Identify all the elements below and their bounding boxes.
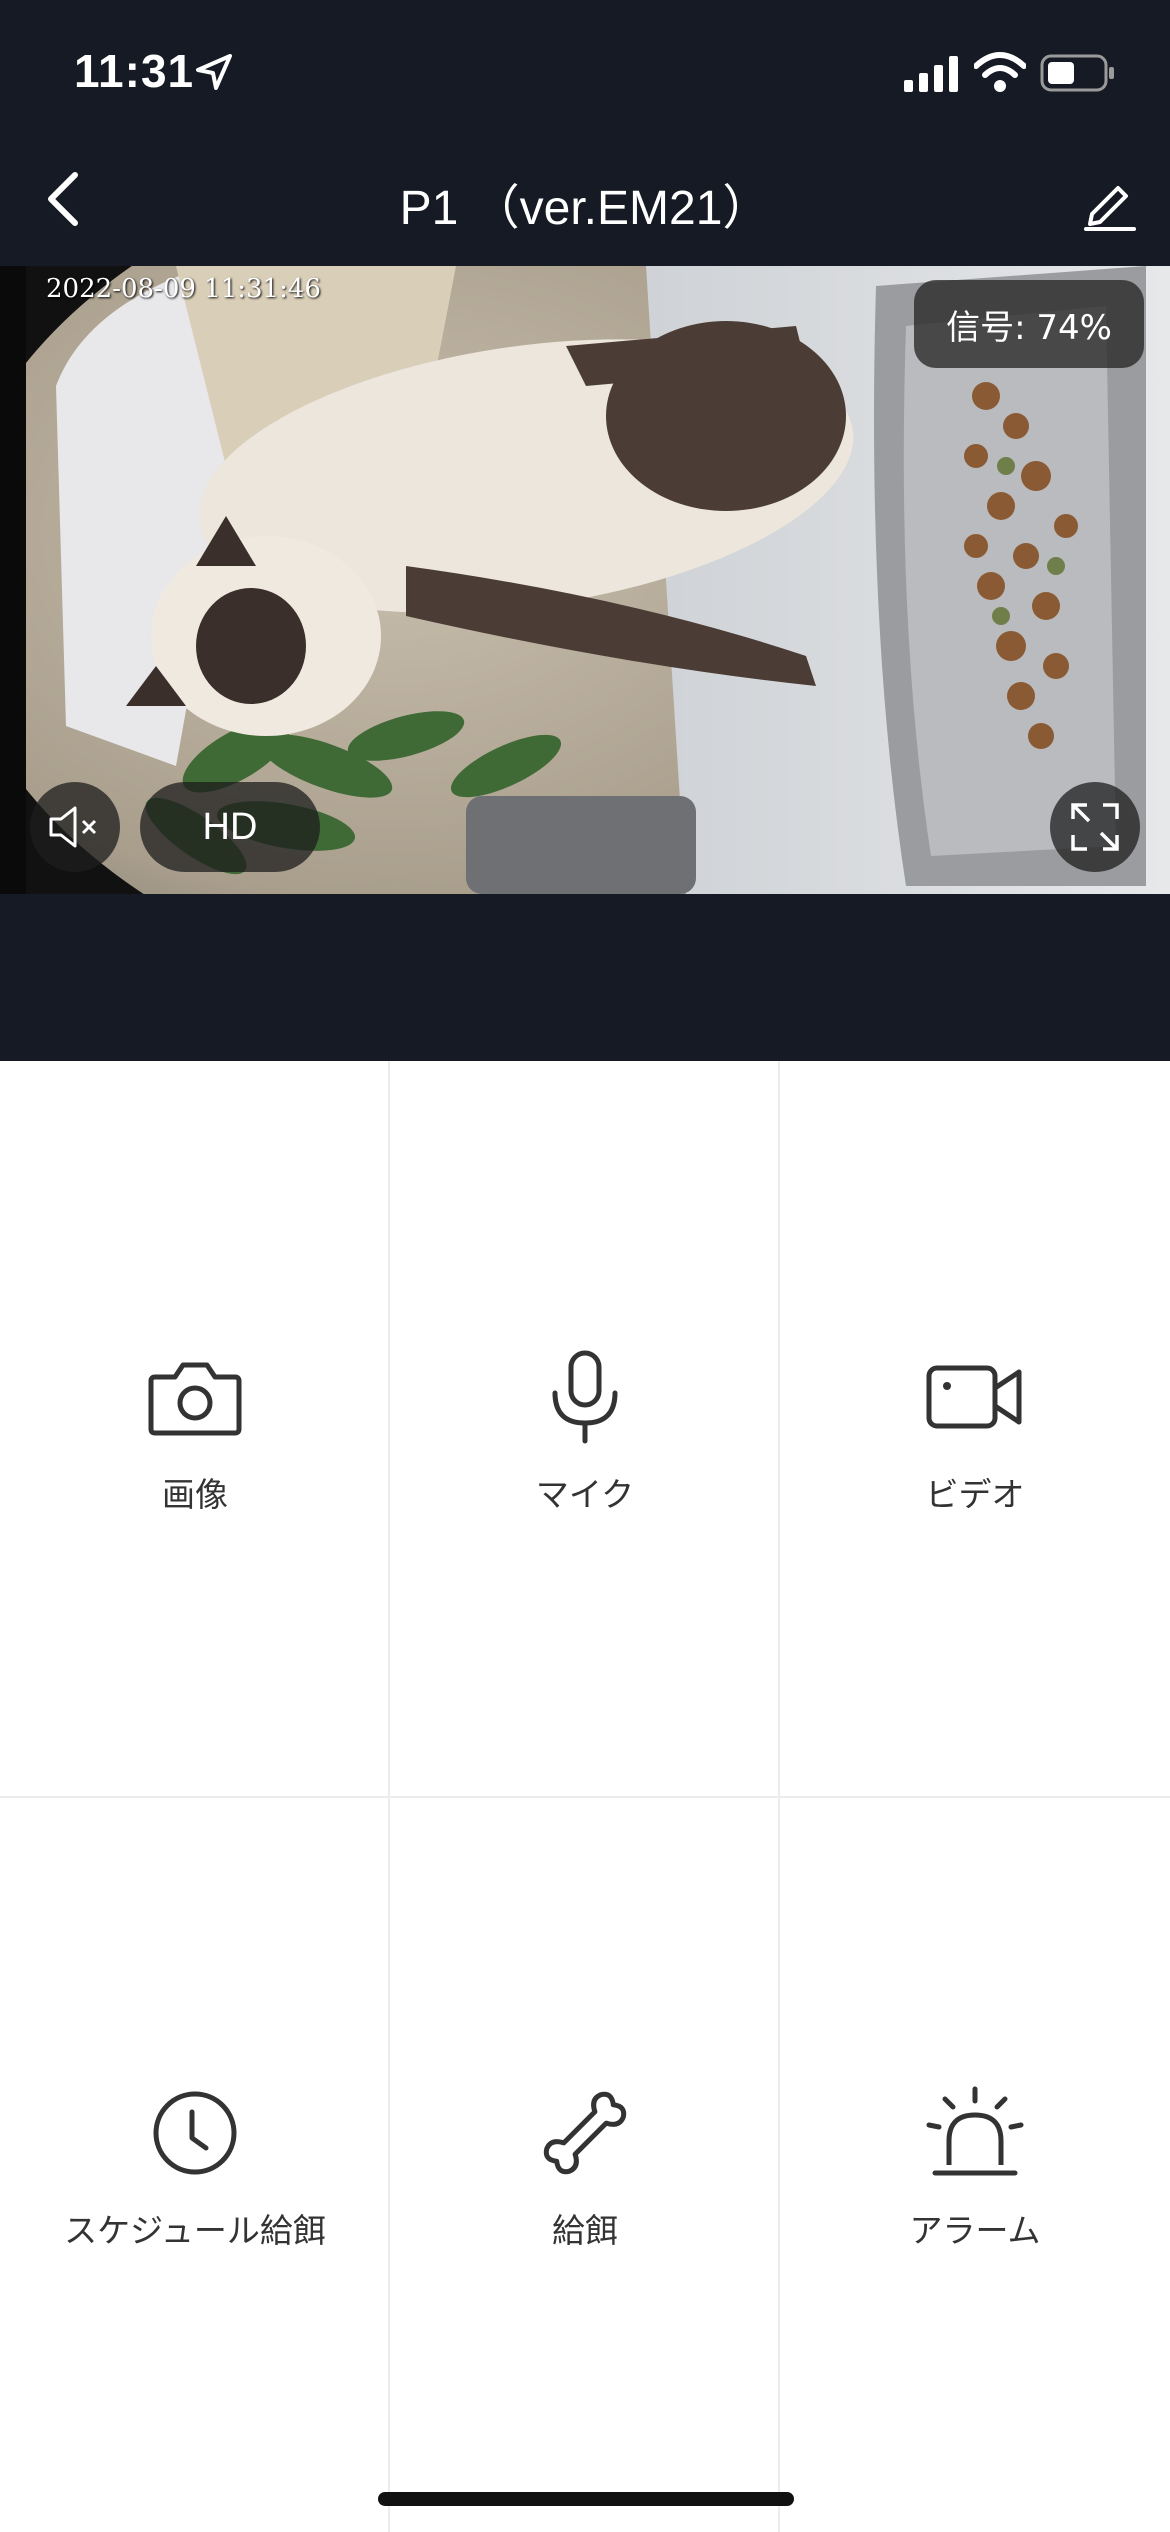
nav-bar: P1 （ver.EM21） bbox=[0, 140, 1170, 266]
battery-icon bbox=[1040, 54, 1114, 92]
wifi-icon bbox=[974, 52, 1026, 92]
action-video[interactable]: ビデオ bbox=[780, 1061, 1170, 1797]
action-label: 画像 bbox=[162, 1475, 228, 1514]
status-bar: 11:31 bbox=[0, 0, 1170, 140]
video-timestamp: 2022-08-09 11:31:46 bbox=[46, 274, 321, 304]
action-label: ビデオ bbox=[925, 1475, 1025, 1514]
clock-icon bbox=[153, 2091, 237, 2175]
bone-icon bbox=[543, 2091, 627, 2175]
status-time: 11:31 bbox=[74, 45, 195, 97]
pencil-icon bbox=[1084, 186, 1136, 231]
camera-icon bbox=[148, 1362, 242, 1436]
cellular-signal-icon bbox=[904, 56, 958, 92]
action-scheduled-feeding[interactable]: スケジュール給餌 bbox=[0, 1797, 390, 2532]
location-arrow-icon bbox=[196, 54, 232, 90]
fullscreen-button[interactable] bbox=[1050, 782, 1140, 872]
quality-toggle-button[interactable]: HD bbox=[140, 782, 320, 872]
action-label: 給餌 bbox=[552, 2211, 618, 2250]
action-alarm[interactable]: アラーム bbox=[780, 1797, 1170, 2532]
action-photo[interactable]: 画像 bbox=[0, 1061, 390, 1797]
action-label: アラーム bbox=[909, 2211, 1041, 2250]
expand-icon bbox=[1071, 803, 1119, 851]
signal-strength-badge: 信号: 74% bbox=[914, 280, 1144, 368]
live-video-feed[interactable]: 2022-08-09 11:31:46 信号: 74% HD bbox=[0, 266, 1170, 894]
action-microphone[interactable]: マイク bbox=[390, 1061, 780, 1797]
action-label: マイク bbox=[535, 1475, 635, 1514]
action-label: スケジュール給餌 bbox=[64, 2211, 326, 2250]
alarm-siren-icon bbox=[926, 2086, 1024, 2176]
video-camera-icon bbox=[926, 1365, 1022, 1429]
action-feed[interactable]: 給餌 bbox=[390, 1797, 780, 2532]
action-grid: 画像 マイク ビデオ スケジュール給餌 給餌 アラーム bbox=[0, 1061, 1170, 2532]
page-title: P1 （ver.EM21） bbox=[399, 182, 771, 235]
speaker-muted-icon bbox=[49, 806, 97, 848]
microphone-icon bbox=[552, 1350, 618, 1444]
edit-button[interactable] bbox=[1070, 164, 1150, 244]
home-indicator[interactable] bbox=[378, 2492, 794, 2506]
mute-button[interactable] bbox=[30, 782, 120, 872]
